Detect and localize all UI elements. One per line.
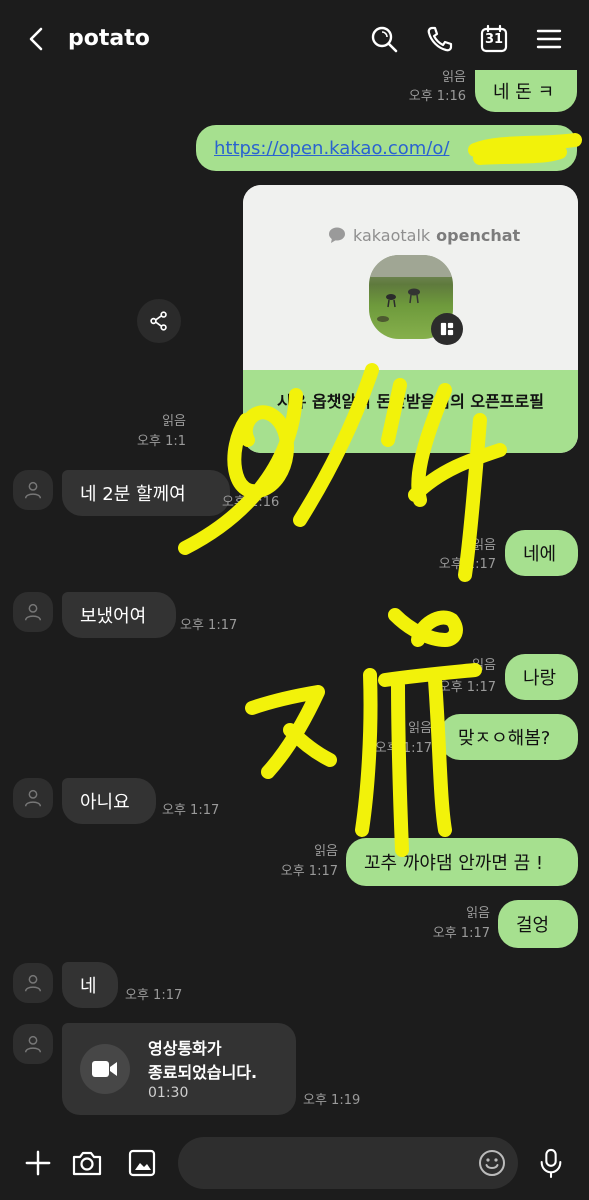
their-message-bubble[interactable]: 네 2분 할께여 (62, 470, 230, 516)
profile-badge-icon (431, 313, 463, 345)
call-duration: 01:30 (148, 1085, 189, 1101)
message-text: 아니요 (80, 792, 130, 813)
mic-icon[interactable] (533, 1143, 569, 1183)
back-arrow-icon[interactable] (20, 22, 54, 56)
brand-prefix: kakaotalk (353, 225, 431, 245)
person-icon (24, 1035, 42, 1053)
my-message-bubble[interactable]: 꼬추 까야댐 안까면 끔 ! (346, 838, 578, 886)
chat-title: potato (68, 26, 150, 51)
message-input[interactable] (178, 1137, 518, 1189)
link-text[interactable]: https://open.kakao.com/o/ (214, 138, 449, 159)
card-caption-area: 시유 옵챗알릭 돈만받음님의 오픈프로필 (243, 370, 578, 453)
avatar[interactable] (13, 592, 53, 632)
menu-icon[interactable] (532, 22, 566, 56)
message-text: 네 돈 ㅋ (493, 82, 555, 103)
search-icon[interactable] (367, 22, 401, 56)
card-preview-area: kakaotalk openchat (243, 185, 578, 370)
message-time: 오후 1:17 (280, 864, 338, 879)
my-message-bubble[interactable]: 나랑 (505, 654, 578, 700)
message-time: 오후 1:16 (222, 495, 280, 510)
message-time: 오후 1:17 (374, 741, 432, 756)
message-time: 오후 1:17 (162, 803, 220, 818)
phone-icon[interactable] (423, 22, 457, 56)
message-time: 오후 1:17 (180, 618, 238, 633)
their-message-bubble[interactable]: 보냈어여 (62, 592, 176, 638)
link-preview-card[interactable]: kakaotalk openchat 시유 옵챗알릭 돈만받음님의 오픈프로필 (243, 185, 578, 453)
message-text: 네 (80, 976, 97, 997)
my-message-bubble[interactable]: 네 돈 ㅋ (475, 70, 577, 112)
chat-header: potato 31 (0, 0, 589, 80)
my-message-bubble[interactable]: 네에 (505, 530, 578, 576)
message-time: 오후 1:17 (438, 557, 496, 572)
message-time: 오후 1:1 (137, 434, 186, 449)
call-status-line1: 영상통화가 (148, 1039, 222, 1058)
message-text: 나랑 (523, 668, 557, 689)
message-text: 맞ㅈㅇ해봄? (458, 728, 551, 749)
read-receipt: 읽음 (442, 70, 466, 85)
person-icon (24, 789, 42, 807)
kakaotalk-logo-icon (329, 227, 345, 243)
message-text: 네에 (523, 544, 557, 565)
video-call-bubble[interactable]: 영상통화가 종료되었습니다. 01:30 (62, 1023, 296, 1115)
read-receipt: 읽음 (472, 658, 496, 673)
read-receipt: 읽음 (472, 538, 496, 553)
brand-suffix: openchat (436, 225, 521, 245)
video-camera-icon (80, 1044, 130, 1094)
calendar-icon[interactable]: 31 (477, 22, 511, 56)
avatar[interactable] (13, 470, 53, 510)
share-button[interactable] (137, 299, 181, 343)
card-title: 시유 옵챗알릭 돈만받음님의 오픈프로필 (277, 392, 544, 411)
message-time: 오후 1:17 (432, 926, 490, 941)
read-receipt: 읽음 (162, 414, 186, 429)
calendar-date-label: 31 (485, 32, 504, 47)
avatar[interactable] (13, 1024, 53, 1064)
their-message-bubble[interactable]: 아니요 (62, 778, 156, 824)
camera-icon[interactable] (68, 1145, 106, 1181)
message-text: 네 2분 할께여 (80, 484, 186, 505)
share-icon (150, 311, 167, 331)
message-text: 꼬추 까야댐 안까면 끔 ! (364, 853, 544, 874)
link-message-bubble[interactable]: https://open.kakao.com/o/ (196, 125, 577, 171)
person-icon (24, 974, 42, 992)
emoji-icon[interactable] (474, 1145, 510, 1181)
message-text: 걸엉 (516, 915, 550, 936)
plus-icon[interactable] (20, 1145, 56, 1181)
message-time: 오후 1:16 (408, 89, 466, 104)
avatar[interactable] (13, 778, 53, 818)
person-icon (24, 481, 42, 499)
message-time: 오후 1:19 (303, 1093, 361, 1108)
my-message-bubble[interactable]: 걸엉 (498, 900, 578, 948)
call-status-line2: 종료되었습니다. (148, 1063, 258, 1082)
avatar[interactable] (13, 963, 53, 1003)
openchat-brand: kakaotalk openchat (327, 225, 520, 245)
my-message-bubble[interactable]: 맞ㅈㅇ해봄? (440, 714, 578, 760)
gallery-icon[interactable] (124, 1145, 160, 1181)
message-text: 보냈어여 (80, 606, 147, 627)
read-receipt: 읽음 (408, 721, 432, 736)
person-icon (24, 603, 42, 621)
message-time: 오후 1:17 (125, 988, 183, 1003)
their-message-bubble[interactable]: 네 (62, 962, 118, 1008)
read-receipt: 읽음 (466, 906, 490, 921)
read-receipt: 읽음 (314, 844, 338, 859)
message-time: 오후 1:17 (438, 680, 496, 695)
